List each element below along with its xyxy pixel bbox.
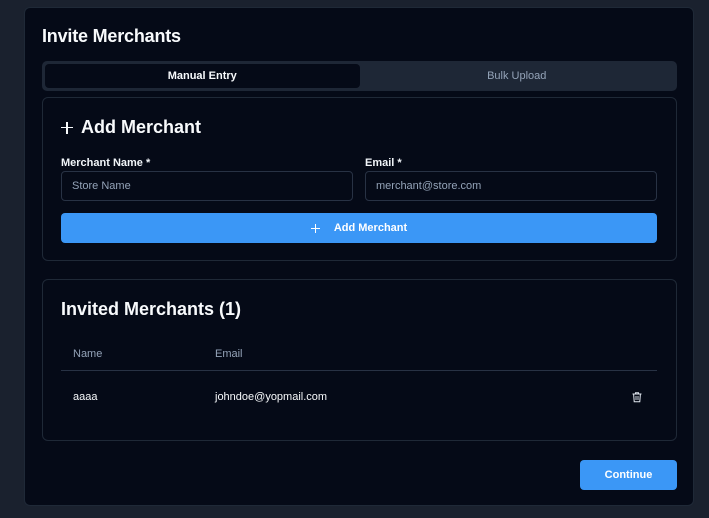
tab-bulk-upload[interactable]: Bulk Upload — [360, 64, 675, 88]
plus-icon — [310, 223, 320, 233]
tab-manual-entry[interactable]: Manual Entry — [45, 64, 360, 88]
table-row: aaaa johndoe@yopmail.com — [61, 371, 657, 423]
merchant-name-cell: aaaa — [73, 391, 98, 403]
add-merchant-button-label: Add Merchant — [333, 222, 408, 234]
continue-button[interactable]: Continue — [580, 460, 677, 490]
page-title: Invite Merchants — [42, 26, 181, 46]
invited-merchants-table: Name Email aaaa johndoe@yopmail.com — [61, 337, 657, 423]
add-merchant-card: Add Merchant Merchant Name * Email * Add… — [42, 97, 677, 261]
column-header-email: Email — [215, 347, 243, 360]
email-label: Email * — [365, 157, 402, 169]
plus-icon — [61, 121, 73, 134]
merchant-name-input[interactable] — [61, 171, 353, 201]
merchant-email-cell: johndoe@yopmail.com — [215, 391, 328, 403]
add-merchant-heading: Add Merchant — [61, 117, 201, 138]
invited-merchants-heading: Invited Merchants (1) — [61, 299, 242, 319]
invited-merchants-card: Invited Merchants (1) Name Email aaaa jo… — [42, 279, 677, 441]
column-header-name: Name — [73, 347, 103, 360]
email-input[interactable] — [365, 171, 657, 201]
add-merchant-heading-text: Add Merchant — [81, 117, 202, 137]
entry-mode-tabs: Manual Entry Bulk Upload — [42, 61, 677, 91]
merchant-name-label: Merchant Name * — [61, 157, 151, 169]
add-merchant-button[interactable]: Add Merchant — [61, 213, 657, 243]
invite-merchants-panel: Invite Merchants Manual Entry Bulk Uploa… — [24, 7, 694, 506]
table-header: Name Email — [61, 337, 657, 371]
trash-icon[interactable] — [631, 391, 643, 403]
